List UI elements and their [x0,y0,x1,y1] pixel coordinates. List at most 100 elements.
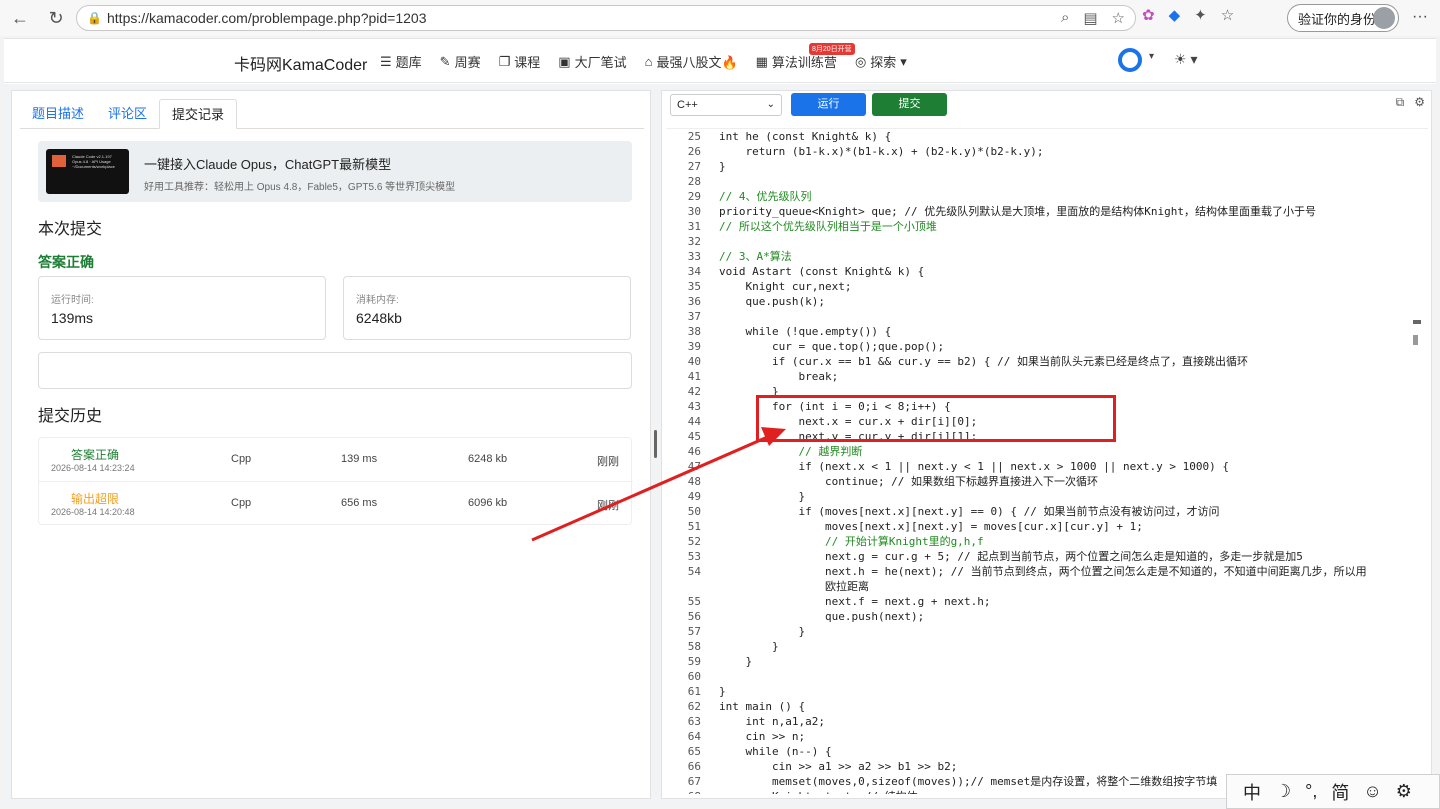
code-text: que.push(k); [719,295,825,308]
code-text: que.push(next); [719,610,925,623]
code-line: 51 moves[next.x][next.y] = moves[cur.x][… [666,519,1411,534]
settings-gear-icon[interactable]: ⚙ [1414,95,1425,110]
ime-punctuation-icon[interactable]: °, [1305,781,1317,802]
line-number: 53 [687,550,701,563]
code-line: 59 } [666,654,1411,669]
line-number: 68 [666,789,701,794]
code-line: 26 return (b1-k.x)*(b1-k.x) + (b2-k.y)*(… [666,144,1411,159]
code-line: 33 // 3、A*算法 [666,249,1411,264]
code-text: // 3、A*算法 [719,250,792,263]
code-text: } [719,655,753,668]
code-text: } [719,625,806,638]
ime-moon-icon[interactable]: ☽ [1275,781,1291,802]
result-status: 答案正确 [38,254,94,270]
tab-submissions[interactable]: 提交记录 [159,99,238,129]
code-format-icon[interactable]: ⧉ [1396,95,1405,110]
history-status[interactable]: 输出超限 [71,490,119,507]
ime-simplified-mode[interactable]: 简 [1331,779,1349,805]
history-status[interactable]: 答案正确 [71,446,119,463]
output-box [38,352,632,389]
code-line: 37 [666,309,1411,324]
ime-settings-icon[interactable]: ⚙ [1396,781,1412,802]
profile-button[interactable]: 验证你的身份 [1287,4,1399,32]
history-row[interactable]: 答案正确 2026-08-14 14:23:24 Cpp 139 ms 6248… [39,438,633,482]
current-submission-title: 本次提交 [38,221,103,238]
code-line: 34 void Astart (const Knight& k) { [666,264,1411,279]
code-line: 49 } [666,489,1411,504]
editor-panel: C++ ⌄ 运行 提交 ⧉ ⚙ 25 int he (const Knight& … [661,90,1432,799]
address-bar[interactable]: 🔒 https://kamacoder.com/problempage.php?… [76,5,1136,31]
line-number: 41 [687,370,701,383]
highlight-annotation-box [756,395,1116,442]
nav-baguwen[interactable]: ⌂ 最强八股文🔥 [645,52,738,71]
line-number: 58 [687,640,701,653]
nav-courses[interactable]: ❐ 课程 [499,52,541,71]
code-text: while (n--) { [719,745,832,758]
run-button[interactable]: 运行 [791,93,866,116]
code-line: 38 while (!que.empty()) { [666,324,1411,339]
nav-exams[interactable]: ▣ 大厂笔试 [558,52,626,71]
code-text: memset(moves,0,sizeof(moves));// memset是… [719,775,1218,788]
runtime-card: 运行时间: 139ms [38,276,326,340]
memory-label: 消耗内存: [356,295,399,306]
nav-problems[interactable]: ☰ 题库 [380,52,422,71]
line-number: 29 [687,190,701,203]
extension-copilot-icon[interactable]: ◆ [1169,6,1181,24]
theme-toggle-icon[interactable]: ☀ ▾ [1174,51,1197,68]
line-number: 35 [687,280,701,293]
user-menu-caret-icon[interactable]: ▾ [1149,51,1154,62]
code-line: 27} [666,159,1411,174]
refresh-icon[interactable]: ↻ [42,4,70,32]
panel-resize-handle[interactable] [654,430,657,458]
code-line: 53 next.g = cur.g + 5; // 起点到当前节点，两个位置之间… [666,549,1411,564]
line-number: 40 [687,355,701,368]
camp-badge: 8月20日开营 [809,43,855,55]
language-select[interactable]: C++ ⌄ [670,94,782,116]
tab-comments[interactable]: 评论区 [96,99,159,129]
memory-card: 消耗内存: 6248kb [343,276,631,340]
lock-icon: 🔒 [87,11,102,25]
nav-weekly[interactable]: ✎ 周赛 [440,52,481,71]
code-text: void Astart (const Knight& k) { [719,265,925,278]
code-line: 58 } [666,639,1411,654]
code-text: 欧拉距离 [719,580,869,593]
reader-icon[interactable]: ▤ [1083,9,1097,27]
favorites-icon[interactable]: ☆ [1221,6,1234,24]
more-options-icon[interactable]: ··· [1412,8,1428,26]
left-panel: 题目描述 评论区 提交记录 Claude Code v2.1.197 Opus … [11,90,651,799]
site-brand[interactable]: 卡码网KamaCoder [234,51,367,75]
line-number: 54 [687,565,701,578]
line-number: 65 [687,745,701,758]
chevron-down-icon: ⌄ [766,99,775,110]
user-power-icon[interactable] [1118,48,1142,72]
ime-toolbar: 中 ☽ °, 简 ☺ ⚙ [1226,774,1440,809]
zoom-icon[interactable]: ⌕ [1061,9,1069,27]
line-number: 56 [687,610,701,623]
history-row[interactable]: 输出超限 2026-08-14 14:20:48 Cpp 656 ms 6096… [39,482,633,526]
ime-emoji-icon[interactable]: ☺ [1363,781,1381,802]
submit-button[interactable]: 提交 [872,93,947,116]
ad-subtitle: 好用工具推荐：轻松用上 Opus 4.8，Fable5，GPT5.6 等世界顶尖… [144,182,456,193]
code-line: 50 if (moves[next.x][next.y] == 0) { // … [666,504,1411,519]
line-number: 48 [687,475,701,488]
code-line: 65 while (n--) { [666,744,1411,759]
code-text: } [719,685,726,698]
code-text: next.f = next.g + next.h; [719,595,991,608]
nav-explore[interactable]: ◎ 探索 ▾ [855,52,907,71]
code-editor[interactable]: 25 int he (const Knight& k) {26 return (b… [666,128,1428,794]
favorite-star-icon[interactable]: ☆ [1112,9,1125,27]
tab-description[interactable]: 题目描述 [20,99,96,129]
back-icon[interactable]: ← [6,4,34,32]
language-value: C++ [677,99,698,111]
extensions-icon[interactable]: ✦ [1194,6,1207,24]
line-number: 47 [687,460,701,473]
ime-chinese-mode[interactable]: 中 [1243,779,1261,805]
avatar [1373,7,1395,29]
code-line: 欧拉距离 [666,579,1411,594]
extension-brain-icon[interactable]: ✿ [1142,6,1155,24]
code-line: 62 int main () { [666,699,1411,714]
browser-toolbar: ← ↻ 🔒 https://kamacoder.com/problempage.… [0,0,1440,36]
code-text: // 4、优先级队列 [719,190,812,203]
ad-banner[interactable]: Claude Code v2.1.197 Opus 4.8 · API Usag… [38,141,632,202]
line-number: 46 [687,445,701,458]
